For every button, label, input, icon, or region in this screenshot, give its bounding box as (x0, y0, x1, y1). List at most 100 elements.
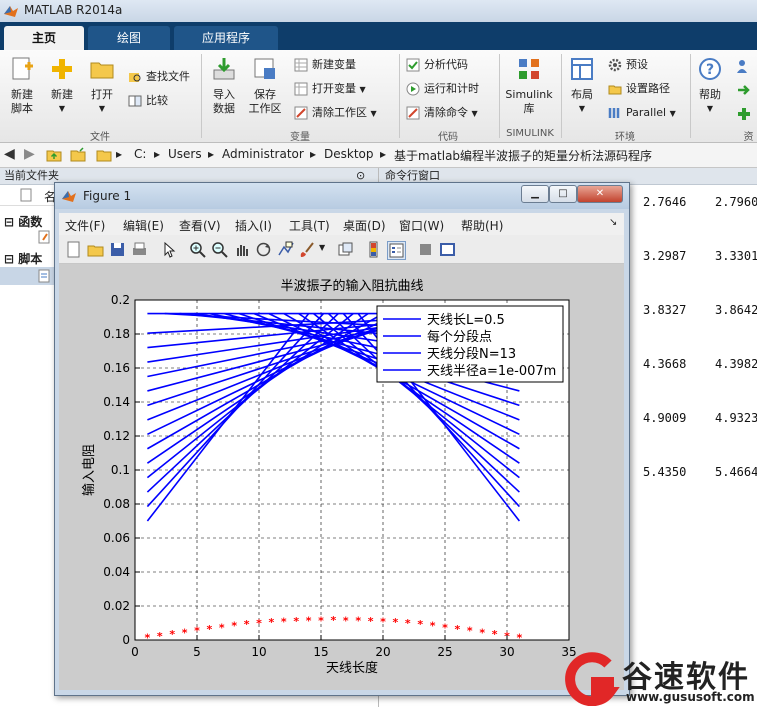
minimize-button[interactable]: ▁ (521, 185, 549, 203)
segment-point-marker: * (380, 615, 386, 628)
clear-commands-dropdown-icon[interactable]: ▼ (472, 109, 478, 118)
layout-label: 布局 (571, 88, 593, 101)
set-path-icon (608, 85, 622, 95)
breadcrumb-project-folder[interactable]: 基于matlab编程半波振子的矩量分析法源码程序 (394, 147, 652, 164)
watermark-logo-icon (565, 652, 620, 706)
set-path-button[interactable]: 设置路径 (608, 80, 670, 98)
parallel-dropdown-icon[interactable]: ▼ (670, 109, 676, 118)
request-support-icon[interactable] (736, 82, 752, 98)
insert-colorbar-icon[interactable] (365, 241, 382, 258)
back-arrow-icon[interactable]: ◀ (4, 146, 15, 162)
insert-legend-icon[interactable] (387, 241, 406, 260)
svg-text:?: ? (706, 62, 714, 78)
preferences-button[interactable]: 预设 (608, 56, 648, 74)
figure-window[interactable]: Figure 1 ▁ □ ✕ 文件(F) 编辑(E) 查看(V) 插入(I) 工… (54, 182, 630, 696)
segment-point-marker: * (430, 620, 436, 633)
y-tick-label: 0.12 (103, 429, 130, 443)
folder-icon (90, 62, 114, 79)
clear-workspace-dropdown-icon[interactable]: ▼ (371, 109, 377, 118)
up-folder-icon[interactable] (46, 147, 62, 163)
segment-point-marker: * (455, 623, 461, 636)
breadcrumb-desktop[interactable]: Desktop (324, 147, 374, 161)
tab-apps[interactable]: 应用程序 (174, 26, 278, 50)
new-script-button[interactable]: 新建 脚本 (4, 56, 40, 116)
breadcrumb-administrator[interactable]: Administrator (222, 147, 304, 161)
y-tick-label: 0.08 (103, 497, 130, 511)
new-variable-button[interactable]: 新建变量 (294, 56, 356, 74)
selected-script-row[interactable] (0, 267, 60, 285)
hide-plot-tools-icon[interactable] (417, 241, 434, 258)
environment-section-label: 环境 (615, 132, 635, 143)
print-icon[interactable] (131, 241, 148, 258)
breadcrumb-users[interactable]: Users (168, 147, 202, 161)
new-button[interactable]: 新建 ▼ (46, 56, 78, 116)
run-and-time-button[interactable]: 运行和计时 (406, 80, 479, 98)
brush-dropdown-icon[interactable]: ▼ (319, 243, 325, 252)
y-tick-label: 0.04 (103, 565, 130, 579)
clear-workspace-button[interactable]: 清除工作区 ▼ (294, 104, 377, 122)
help-button[interactable]: ? 帮助 ▼ (694, 56, 726, 116)
group-scripts[interactable]: ⊟ 脚本 (4, 250, 42, 267)
breadcrumb-drive[interactable]: C: (134, 147, 146, 161)
pointer-icon[interactable] (161, 241, 178, 258)
pan-hand-icon[interactable] (233, 241, 250, 258)
zoom-out-icon[interactable] (211, 241, 228, 258)
community-icon[interactable] (736, 58, 752, 74)
menu-view[interactable]: 查看(V) (179, 217, 221, 234)
open-variable-button[interactable]: 打开变量 ▼ (294, 80, 366, 98)
ribbon-divider (561, 54, 562, 138)
menu-tools[interactable]: 工具(T) (289, 217, 330, 234)
compare-button[interactable]: 比较 (128, 92, 168, 110)
layout-button[interactable]: 布局 ▼ (566, 56, 598, 116)
data-cursor-icon[interactable] (277, 241, 294, 258)
brush-icon[interactable] (299, 241, 316, 258)
menu-desktop[interactable]: 桌面(D) (343, 217, 386, 234)
add-ons-icon[interactable] (736, 106, 752, 122)
simulink-library-button[interactable]: Simulink 库 (504, 56, 554, 116)
new-dropdown-arrow-icon: ▼ (58, 104, 66, 113)
menu-insert[interactable]: 插入(I) (235, 217, 272, 234)
x-axis-label: 天线长度 (326, 660, 378, 676)
import-data-button[interactable]: 导入 数据 (206, 56, 242, 116)
figure-canvas: 半波振子的输入阻抗曲线 * * * * * * * * * * * * * * * * * * * * * * * * * * * *… (59, 264, 624, 690)
group-functions[interactable]: ⊟ 函数 (4, 213, 42, 230)
resources-section-label: 资 (743, 132, 754, 143)
save-icon[interactable] (109, 241, 126, 258)
figure-title-bar[interactable]: Figure 1 ▁ □ ✕ (55, 183, 629, 209)
find-files-button[interactable]: 查找文件 (128, 68, 190, 86)
save-workspace-button[interactable]: 保存 工作区 (246, 56, 284, 116)
new-script-label: 新建 脚本 (11, 88, 33, 115)
menu-window[interactable]: 窗口(W) (399, 217, 444, 234)
close-button[interactable]: ✕ (577, 185, 623, 203)
open-button[interactable]: 打开 ▼ (86, 56, 118, 116)
chart-legend[interactable]: 天线长L=0.5每个分段点天线分段N=13 天线半径a=1e-007m (376, 305, 564, 383)
segment-point-marker: * (492, 628, 498, 641)
show-plot-tools-icon[interactable] (439, 241, 456, 258)
segment-point-marker: * (207, 623, 213, 636)
layout-icon (571, 58, 593, 80)
new-label: 新建 (51, 88, 73, 101)
open-file-icon[interactable] (87, 241, 104, 258)
panel-actions-icon[interactable]: ⊙ (356, 169, 365, 182)
zoom-in-icon[interactable] (189, 241, 206, 258)
link-plot-icon[interactable] (337, 241, 354, 258)
rotate-3d-icon[interactable] (255, 241, 272, 258)
new-figure-icon[interactable] (65, 241, 82, 258)
clear-commands-button[interactable]: 清除命令 ▼ (406, 104, 478, 122)
forward-arrow-icon[interactable]: ▶ (24, 146, 35, 162)
parallel-button[interactable]: Parallel ▼ (608, 104, 676, 122)
maximize-button[interactable]: □ (549, 185, 577, 203)
help-icon: ? (699, 58, 721, 80)
browse-folder-icon[interactable] (70, 147, 86, 163)
menu-file[interactable]: 文件(F) (65, 217, 105, 234)
file-section-label: 文件 (90, 132, 110, 143)
menu-edit[interactable]: 编辑(E) (123, 217, 164, 234)
new-script-icon (12, 57, 33, 80)
figure-menu-bar: 文件(F) 编辑(E) 查看(V) 插入(I) 工具(T) 桌面(D) 窗口(W… (59, 213, 624, 235)
dock-arrow-icon[interactable]: ↘ (609, 217, 617, 228)
tab-plots[interactable]: 绘图 (88, 26, 170, 50)
tab-home[interactable]: 主页 (4, 26, 84, 50)
menu-help[interactable]: 帮助(H) (461, 217, 503, 234)
open-variable-dropdown-icon[interactable]: ▼ (360, 85, 366, 94)
analyze-code-button[interactable]: 分析代码 (406, 56, 468, 74)
